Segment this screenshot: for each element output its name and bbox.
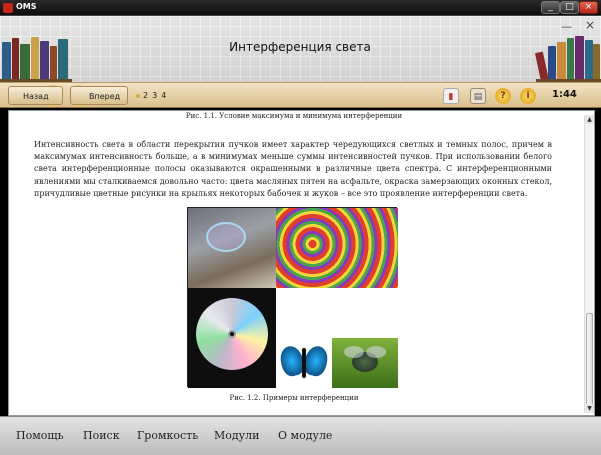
cd-disc-photo — [188, 288, 276, 388]
vertical-scrollbar[interactable]: ▲ ▼ — [584, 115, 594, 413]
butterfly-photo — [276, 338, 332, 388]
forward-button[interactable]: Вперед — [70, 86, 128, 105]
scrollbar-thumb[interactable] — [586, 313, 593, 407]
help-icon[interactable]: ? — [495, 88, 511, 104]
app-icon — [3, 3, 13, 13]
page-navigation: 234 — [136, 91, 170, 100]
content-area: Рис. 1.1. Условие максимума и минимума и… — [8, 110, 595, 416]
page-link-4[interactable]: 4 — [161, 91, 166, 100]
app-header: Интерференция света — × — [0, 16, 601, 83]
menu-volume[interactable]: Громкость — [137, 429, 198, 442]
bottom-menu: Помощь Поиск Громкость Модули О модуле — [0, 416, 601, 455]
app-title: OMS — [16, 2, 37, 11]
window-titlebar: OMS _ □ × — [0, 0, 601, 16]
figure-caption: Рис. 1.2. Примеры интерференции — [229, 394, 359, 402]
page-link-2[interactable]: 2 — [143, 91, 148, 100]
back-button[interactable]: Назад — [8, 86, 63, 105]
minimize-button[interactable]: _ — [541, 1, 560, 14]
page-title: Интерференция света — [229, 40, 371, 54]
menu-modules[interactable]: Модули — [214, 429, 259, 442]
interference-rings-photo — [276, 208, 398, 288]
scroll-down-arrow-icon[interactable]: ▼ — [585, 404, 594, 413]
print-icon[interactable]: ▤ — [470, 88, 486, 104]
fly-photo — [332, 338, 398, 388]
bookshelf-left-image — [0, 34, 72, 82]
timer: 1:44 — [552, 89, 577, 100]
scroll-up-arrow-icon[interactable]: ▲ — [585, 115, 594, 124]
content-paragraph: Интенсивность света в области перекрытия… — [34, 140, 552, 198]
soap-bubble-photo — [188, 208, 276, 288]
menu-search[interactable]: Поиск — [83, 429, 120, 442]
inner-close-button[interactable]: × — [585, 18, 595, 32]
menu-help[interactable]: Помощь — [16, 429, 64, 442]
info-icon[interactable]: i — [520, 88, 536, 104]
figure-caption-top: Рис. 1.1. Условие максимума и минимума и… — [185, 112, 403, 120]
toolbar: Назад Вперед 234 ▮ ▤ ? i 1:44 — [0, 82, 601, 108]
bookshelf-right-image — [534, 34, 601, 83]
maximize-button[interactable]: □ — [560, 1, 579, 14]
interference-examples-image — [187, 207, 398, 388]
inner-minimize-button[interactable]: — — [561, 20, 572, 33]
page-link-3[interactable]: 3 — [152, 91, 157, 100]
menu-about-module[interactable]: О модуле — [278, 429, 332, 442]
bookmark-icon[interactable]: ▮ — [443, 88, 459, 104]
close-button[interactable]: × — [579, 1, 598, 14]
current-page-dot-icon — [136, 94, 140, 98]
